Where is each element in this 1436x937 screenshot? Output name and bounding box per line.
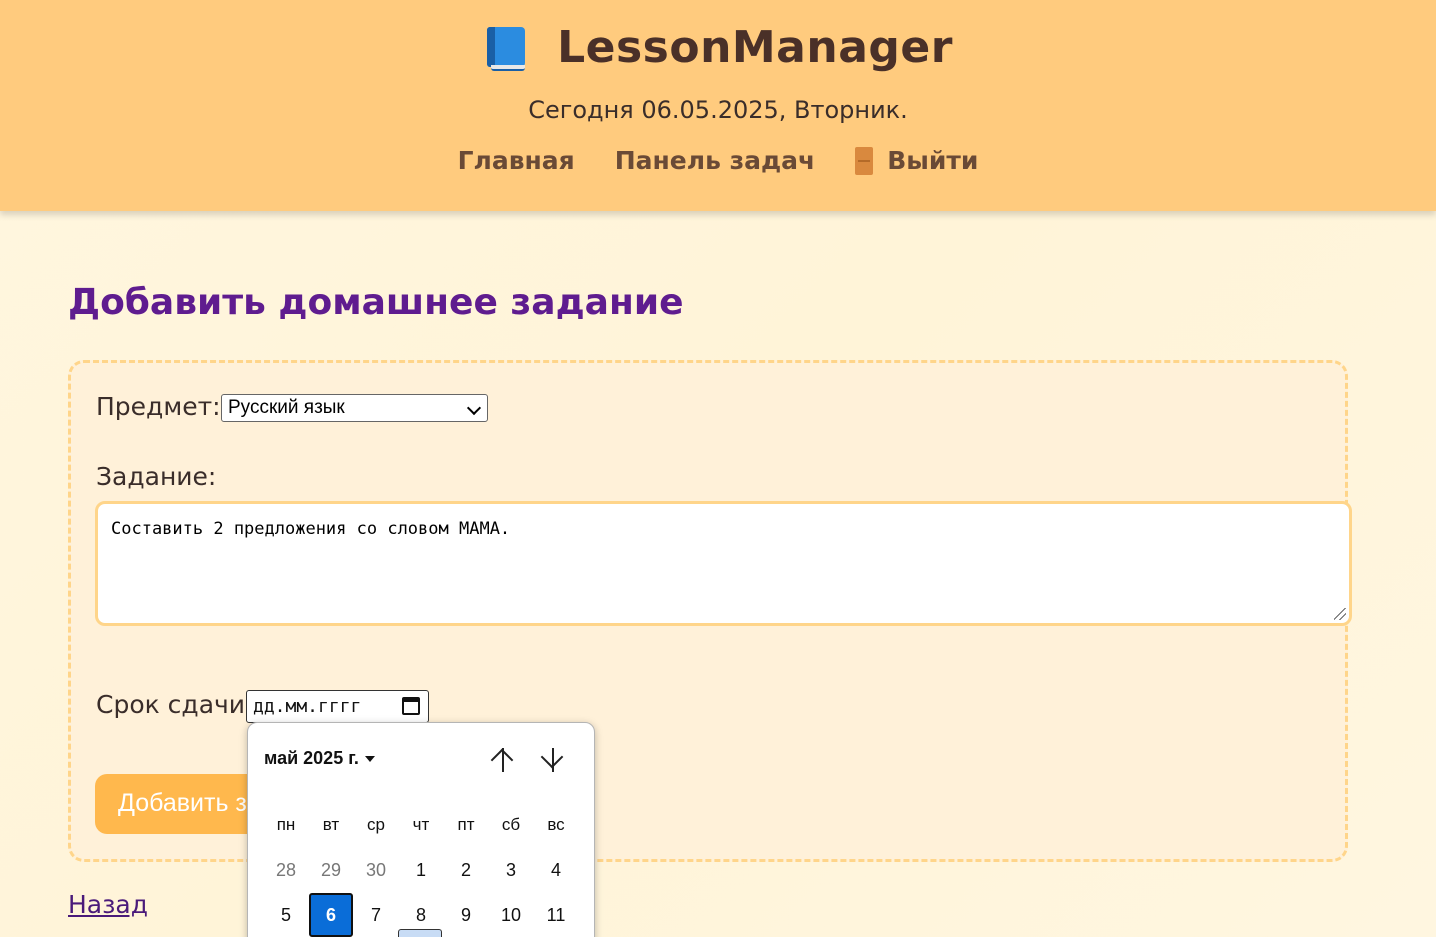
logout-label: Выйти xyxy=(887,146,979,175)
today-date: Сегодня 06.05.2025, Вторник. xyxy=(528,96,908,124)
calendar-day-partial[interactable] xyxy=(398,929,442,937)
calendar-day[interactable]: 10 xyxy=(489,893,533,937)
book-icon xyxy=(483,23,529,73)
calendar-day[interactable]: 3 xyxy=(489,848,533,892)
back-link[interactable]: Назад xyxy=(68,890,148,919)
nav-logout-link[interactable]: Выйти xyxy=(855,146,978,175)
calendar-day-selected[interactable]: 6 xyxy=(309,893,353,937)
date-picker-popup: май 2025 г. пн вт ср чт пт сб вс 28 29 3… xyxy=(247,722,595,937)
weekday-header: пт xyxy=(457,815,475,834)
month-select[interactable]: май 2025 г. xyxy=(264,748,375,769)
due-date-placeholder: дд.мм.гггг xyxy=(253,696,362,717)
weekday-header: сб xyxy=(501,815,521,834)
prev-month-button[interactable] xyxy=(488,745,518,775)
subject-select-value: Русский язык xyxy=(228,397,345,418)
resize-handle-icon[interactable] xyxy=(1334,608,1346,620)
calendar-day[interactable]: 9 xyxy=(444,893,488,937)
next-month-button[interactable] xyxy=(538,745,568,775)
caret-down-icon xyxy=(364,756,375,763)
due-date-input[interactable]: дд.мм.гггг xyxy=(246,690,429,723)
door-icon xyxy=(855,146,874,175)
calendar-day[interactable]: 4 xyxy=(534,848,578,892)
due-label: Срок сдачи: xyxy=(96,690,254,719)
task-text: Составить 2 предложения со словом МАМА. xyxy=(111,519,511,539)
calendar-icon[interactable] xyxy=(402,697,420,715)
weekday-header: пн xyxy=(276,815,296,834)
calendar-day[interactable]: 11 xyxy=(534,893,578,937)
subject-select[interactable]: Русский язык xyxy=(221,394,488,422)
calendar-day[interactable]: 5 xyxy=(264,893,308,937)
task-label: Задание: xyxy=(96,462,217,491)
calendar-day[interactable]: 1 xyxy=(399,848,443,892)
page-title: Добавить домашнее задание xyxy=(68,282,684,323)
weekday-header: чт xyxy=(412,815,430,834)
brand: LessonManager xyxy=(0,22,1436,73)
nav-tasks-link[interactable]: Панель задач xyxy=(615,146,815,175)
calendar-day[interactable]: 30 xyxy=(354,848,398,892)
task-textarea[interactable]: Составить 2 предложения со словом МАМА. xyxy=(95,501,1352,626)
calendar-day[interactable]: 29 xyxy=(309,848,353,892)
main-nav: Главная Панель задач Выйти xyxy=(0,146,1436,175)
weekday-header: вс xyxy=(547,815,565,834)
calendar-day[interactable]: 2 xyxy=(444,848,488,892)
weekday-header: вт xyxy=(322,815,340,834)
subject-label: Предмет: xyxy=(96,392,221,421)
calendar-day[interactable]: 7 xyxy=(354,893,398,937)
nav-home-link[interactable]: Главная xyxy=(458,146,575,175)
app-header: LessonManager Сегодня 06.05.2025, Вторни… xyxy=(0,0,1436,211)
app-title: LessonManager xyxy=(557,22,953,73)
calendar-day[interactable]: 28 xyxy=(264,848,308,892)
chevron-down-icon xyxy=(466,400,482,416)
weekday-header: ср xyxy=(367,815,385,834)
month-label: май 2025 г. xyxy=(264,748,359,768)
